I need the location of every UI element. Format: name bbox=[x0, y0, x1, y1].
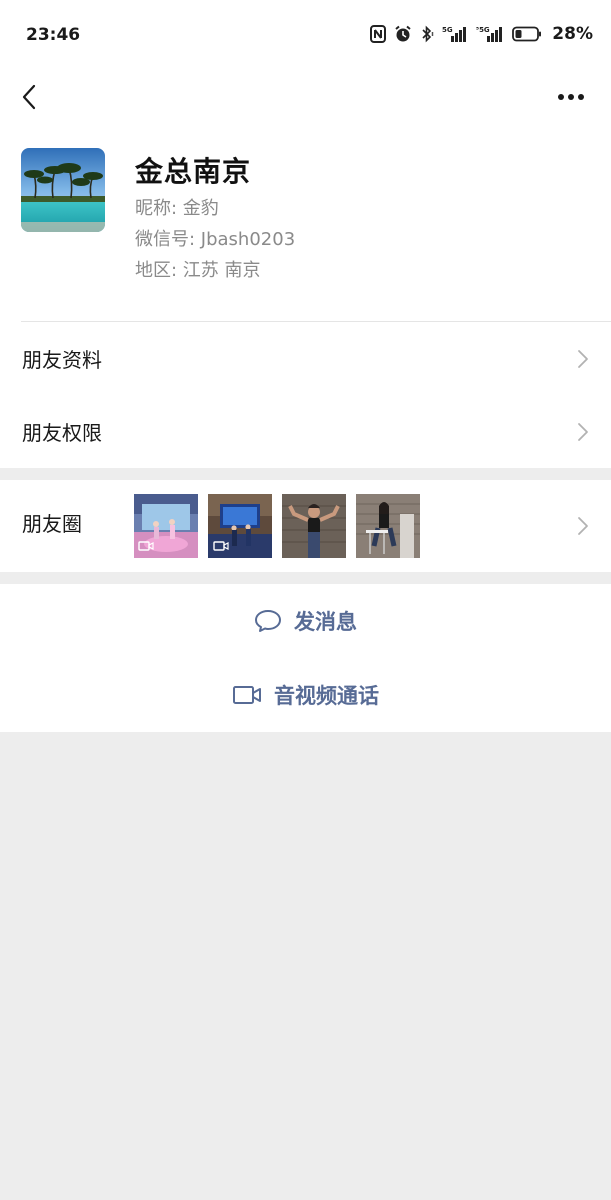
more-button[interactable] bbox=[553, 82, 589, 112]
moments-thumbnail[interactable] bbox=[282, 494, 346, 558]
friend-permissions-label: 朋友权限 bbox=[22, 421, 102, 445]
friend-permissions-row[interactable]: 朋友权限 bbox=[0, 395, 611, 468]
svg-text:⁵5G: ⁵5G bbox=[476, 26, 490, 34]
section-gap bbox=[0, 572, 611, 584]
moments-thumbnail[interactable] bbox=[356, 494, 420, 558]
status-icons: 5G ⁵5G 28% bbox=[370, 24, 593, 44]
nav-bar bbox=[0, 70, 611, 128]
chevron-right-icon bbox=[578, 349, 588, 368]
wechat-id: 微信号: Jbash0203 bbox=[135, 229, 296, 250]
back-button[interactable] bbox=[14, 82, 44, 112]
bluetooth-icon bbox=[420, 24, 434, 44]
chat-bubble-icon bbox=[255, 610, 281, 632]
friend-info-label: 朋友资料 bbox=[22, 348, 102, 372]
friend-info-row[interactable]: 朋友资料 bbox=[0, 322, 611, 395]
status-time: 23:46 bbox=[26, 25, 81, 45]
profile-card: 金总南京 昵称: 金豹 微信号: Jbash0203 地区: 江苏 南京 bbox=[0, 128, 611, 322]
battery-icon bbox=[512, 24, 542, 44]
more-horizontal-icon bbox=[558, 94, 584, 100]
5g-signal-icon: ⁵5G bbox=[476, 24, 504, 44]
battery-percent: 28% bbox=[552, 24, 593, 44]
moments-thumbnail[interactable] bbox=[134, 494, 198, 558]
status-bar: 23:46 5G ⁵5G 28% bbox=[0, 0, 611, 70]
nfc-icon bbox=[370, 24, 387, 44]
nickname: 昵称: 金豹 bbox=[135, 198, 219, 219]
video-call-icon bbox=[233, 686, 261, 704]
section-gap bbox=[0, 468, 611, 480]
region: 地区: 江苏 南京 bbox=[135, 260, 261, 281]
header-area: 23:46 5G ⁵5G 28% 金总南京 昵称: 金豹 微信号: Jbash0… bbox=[0, 0, 611, 468]
av-call-label: 音视频通话 bbox=[274, 684, 379, 708]
contact-name: 金总南京 bbox=[135, 155, 252, 188]
actions-area: 发消息 音视频通话 bbox=[0, 584, 611, 732]
moments-row[interactable]: 朋友圈 bbox=[0, 480, 611, 572]
send-message-label: 发消息 bbox=[294, 610, 357, 634]
chevron-right-icon bbox=[578, 517, 588, 535]
moments-thumbnails bbox=[134, 494, 420, 558]
alarm-icon bbox=[394, 24, 412, 44]
avatar[interactable] bbox=[21, 148, 105, 232]
moments-label: 朋友圈 bbox=[22, 512, 82, 536]
5g-signal-icon: 5G bbox=[442, 24, 468, 44]
chevron-right-icon bbox=[578, 422, 588, 441]
moments-thumbnail[interactable] bbox=[208, 494, 272, 558]
svg-text:5G: 5G bbox=[442, 26, 453, 34]
chevron-left-icon bbox=[22, 84, 36, 110]
av-call-button[interactable]: 音视频通话 bbox=[0, 658, 611, 732]
send-message-button[interactable]: 发消息 bbox=[0, 584, 611, 658]
